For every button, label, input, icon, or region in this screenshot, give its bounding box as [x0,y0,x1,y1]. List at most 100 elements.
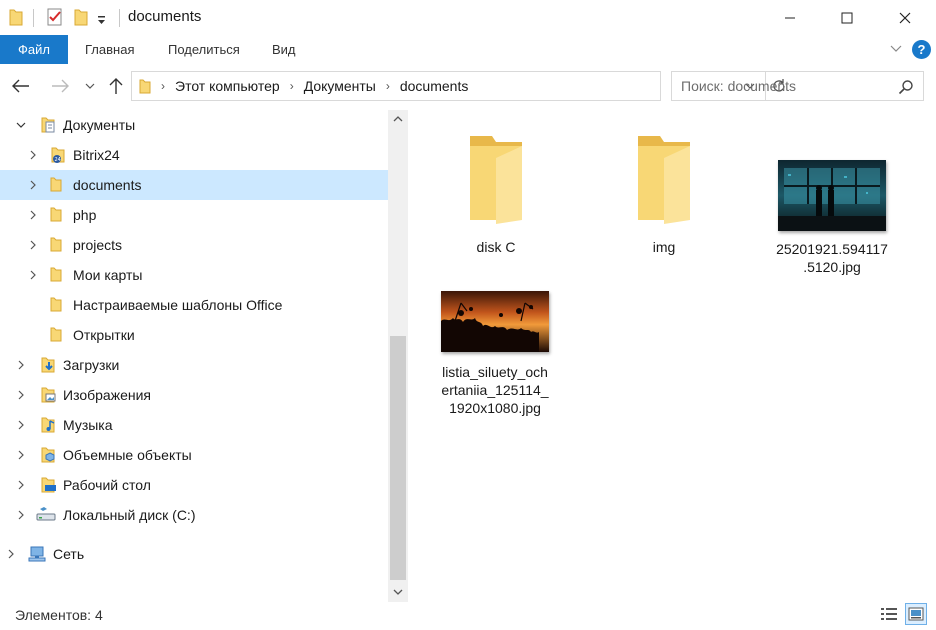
tree-item[interactable]: Мои карты [0,260,388,290]
tab-home[interactable]: Главная [85,35,134,64]
breadcrumb-documents[interactable]: Документы [304,78,376,94]
chevron-down-icon [393,589,403,595]
search-input[interactable] [681,78,891,94]
tree-item[interactable]: Локальный диск (C:) [0,500,388,530]
chevron-right-icon[interactable] [14,388,28,402]
chevron-right-icon[interactable] [14,358,28,372]
chevron-right-icon[interactable]: › [386,79,390,93]
chevron-right-icon[interactable] [14,478,28,492]
help-button[interactable]: ? [912,40,931,59]
tree-item[interactable]: projects [0,230,388,260]
documents-library-icon [40,116,58,137]
tree-item[interactable]: Сеть [0,539,388,569]
file-name-line: 1920x1080.jpg [449,400,541,416]
chevron-right-icon[interactable] [4,547,18,561]
maximize-icon [841,12,853,23]
properties-checklist-icon[interactable] [46,8,64,29]
chevron-right-icon[interactable]: › [290,79,294,93]
breadcrumb-current[interactable]: documents [400,78,468,94]
navigation-scrollbar[interactable] [388,110,408,602]
tree-item-label: Рабочий стол [63,477,151,493]
tree-item-label: Мои карты [73,267,143,283]
image-thumbnail [778,160,886,231]
arrow-up-icon [109,78,123,94]
chevron-right-icon[interactable] [26,178,40,192]
file-item[interactable]: disk C [436,128,556,256]
large-icons-view-icon [908,607,924,621]
maximize-button[interactable] [824,0,870,35]
expand-ribbon-icon[interactable] [889,41,903,58]
tree-item-label: Локальный диск (C:) [63,507,196,523]
tree-item[interactable]: Открытки [0,320,388,350]
recent-locations-button[interactable] [80,73,100,99]
chevron-right-icon[interactable]: › [161,79,165,93]
large-icons-view-button[interactable] [905,603,927,625]
search-box[interactable] [671,71,924,101]
tree-item[interactable]: documents [0,170,388,200]
address-bar[interactable]: › Этот компьютер › Документы › documents [131,71,785,101]
scroll-up-button[interactable] [388,110,408,127]
chevron-right-icon[interactable] [14,418,28,432]
chevron-right-icon[interactable] [26,208,40,222]
up-button[interactable] [105,73,127,99]
file-item[interactable]: img [604,128,724,256]
tree-item-label: Настраиваемые шаблоны Office [73,297,283,313]
tree-item[interactable]: Рабочий стол [0,470,388,500]
tree-item[interactable]: Музыка [0,410,388,440]
tree-item-label: Открытки [73,327,135,343]
file-item[interactable]: listia_siluety_och ertaniia_125114_ 1920… [434,291,556,417]
chevron-right-icon[interactable] [14,448,28,462]
tree-item-label: projects [73,237,123,253]
scroll-down-button[interactable] [388,583,408,600]
forward-button[interactable] [49,73,71,99]
search-icon[interactable] [898,79,914,98]
file-item[interactable]: 25201921.594117 .5120.jpg [771,160,893,276]
item-count: Элементов: 4 [15,607,103,623]
minimize-icon [785,17,795,18]
details-view-icon [881,608,897,620]
tree-item[interactable]: Изображения [0,380,388,410]
new-folder-icon[interactable] [74,8,88,29]
tree-item[interactable]: Загрузки [0,350,388,380]
tab-share[interactable]: Поделиться [168,35,240,64]
file-name: 25201921.594117 .5120.jpg [771,240,893,276]
bitrix-folder-icon: 24 [50,146,68,167]
tree-item-label: php [73,207,97,223]
file-name-line: listia_siluety_och [442,364,548,380]
tab-view[interactable]: Вид [272,35,296,64]
chevron-right-icon[interactable] [26,148,40,162]
minimize-button[interactable] [767,0,813,35]
tree-item[interactable]: Документы [0,110,388,140]
network-icon [28,545,48,566]
folder-icon [50,296,62,315]
tree-item[interactable]: 24 Bitrix24 [0,140,388,170]
tree-item[interactable]: Объемные объекты [0,440,388,470]
details-view-button[interactable] [878,603,900,625]
pictures-icon [40,386,58,407]
tab-file[interactable]: Файл [0,35,68,64]
folder-icon [50,206,62,225]
tree-item-label: documents [73,177,142,193]
tree-item[interactable]: php [0,200,388,230]
back-button[interactable] [10,73,32,99]
customize-dropdown-icon[interactable] [97,12,106,28]
folder-icon [139,78,151,94]
folder-icon [50,236,62,255]
close-button[interactable] [882,0,928,35]
folder-icon [638,136,690,224]
scroll-thumb[interactable] [390,336,406,580]
chevron-right-icon[interactable] [26,238,40,252]
title-separator [119,9,120,27]
tree-item[interactable]: Настраиваемые шаблоны Office [0,290,388,320]
file-name-line: .5120.jpg [803,259,861,275]
3d-objects-icon [40,446,58,467]
title-bar: documents [0,0,936,35]
folder-icon [50,176,62,195]
navigation-pane: Документы 24 Bitrix24 documents php projects М… [0,110,388,600]
close-icon [899,12,911,23]
chevron-right-icon[interactable] [26,268,40,282]
folder-icon [470,136,522,224]
breadcrumb-this-pc[interactable]: Этот компьютер [175,78,280,94]
chevron-right-icon[interactable] [14,508,28,522]
chevron-down-icon[interactable] [14,118,28,132]
